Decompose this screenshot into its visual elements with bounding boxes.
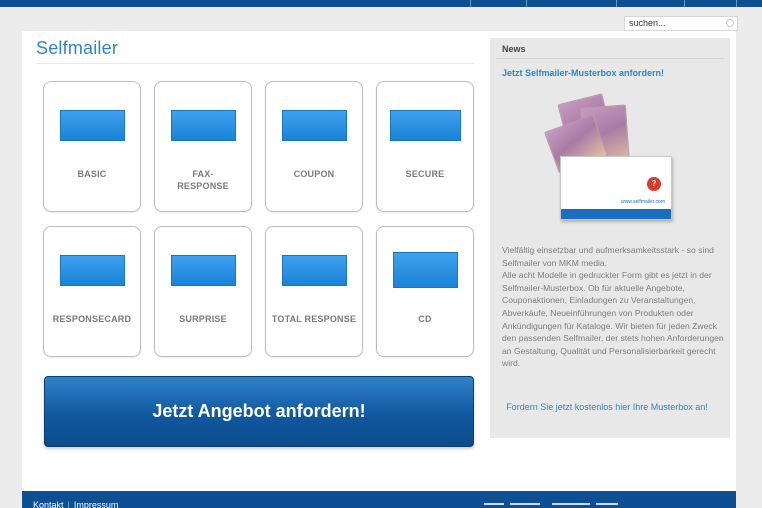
top-nav-tab[interactable]	[684, 0, 736, 7]
envelope-icon	[282, 255, 347, 286]
product-tile-secure[interactable]: SECURE	[376, 81, 474, 212]
page-title: Selfmailer	[36, 38, 119, 58]
product-tile-fax-response[interactable]: FAX- RESPONSE	[154, 81, 252, 212]
product-label: FAX- RESPONSE	[177, 169, 229, 191]
envelope-icon	[390, 110, 461, 141]
box-url-text: www.selfmailer.com	[621, 199, 665, 205]
product-tile-basic[interactable]: BASIC	[43, 81, 141, 212]
top-nav-tab[interactable]	[736, 0, 762, 7]
footer-links: Kontakt | Impressum	[33, 500, 118, 508]
footer-link-kontakt[interactable]: Kontakt	[33, 500, 64, 508]
title-divider	[36, 63, 474, 64]
product-tile-cd[interactable]: CD	[376, 226, 474, 357]
top-nav-tab[interactable]	[616, 0, 684, 7]
musterbox-link[interactable]: Jetzt Selfmailer-Musterbox anfordern!	[502, 68, 664, 78]
box-stripe	[561, 209, 671, 219]
search-placeholder: suchen...	[629, 18, 666, 28]
search-input[interactable]: suchen...	[624, 16, 738, 31]
footer-logo-mark	[484, 503, 504, 505]
product-label: TOTAL RESPONSE	[271, 314, 357, 324]
top-navigation-bar	[0, 0, 762, 7]
news-sidebar: News Jetzt Selfmailer-Musterbox anforder…	[490, 38, 730, 438]
request-offer-button[interactable]: Jetzt Angebot anfordern!	[44, 376, 474, 447]
question-mark-icon: ?	[647, 177, 661, 191]
product-tile-coupon[interactable]: COUPON	[265, 81, 363, 212]
search-icon[interactable]	[726, 19, 734, 27]
product-tile-responsecard[interactable]: RESPONSECARD	[43, 226, 141, 357]
news-body-text: Vielfältig einsetzbar und aufmerksamkeit…	[502, 245, 724, 369]
envelope-icon	[171, 110, 236, 141]
product-tile-surprise[interactable]: SURPRISE	[154, 226, 252, 357]
product-label: CD	[418, 314, 432, 324]
envelope-icon	[171, 255, 236, 286]
footer-link-impressum[interactable]: Impressum	[74, 500, 119, 508]
product-label: SURPRISE	[179, 314, 227, 324]
product-label: COUPON	[293, 169, 335, 179]
news-heading: News	[502, 44, 526, 54]
product-label: RESPONSECARD	[52, 314, 132, 324]
news-divider	[496, 58, 724, 59]
envelope-icon	[282, 110, 347, 141]
footer-logo-mark	[596, 503, 618, 505]
musterbox-request-link[interactable]: Fordern Sie jetzt kostenlos hier Ihre Mu…	[502, 401, 712, 414]
musterbox-image: ? www.selfmailer.com	[542, 93, 672, 224]
footer-bar: Kontakt | Impressum	[22, 491, 736, 508]
envelope-icon	[393, 252, 458, 288]
top-nav-tab[interactable]	[470, 0, 526, 7]
footer-logo-mark	[552, 503, 590, 505]
footer-logo-mark	[510, 503, 540, 505]
footer-separator: |	[67, 500, 70, 508]
product-label: SECURE	[405, 169, 445, 179]
envelope-icon	[60, 255, 125, 286]
product-tile-total-response[interactable]: TOTAL RESPONSE	[265, 226, 363, 357]
product-label: BASIC	[77, 169, 107, 179]
envelope-icon	[60, 110, 125, 141]
sample-box-image: ? www.selfmailer.com	[560, 156, 672, 220]
top-nav-tab[interactable]	[526, 0, 616, 7]
